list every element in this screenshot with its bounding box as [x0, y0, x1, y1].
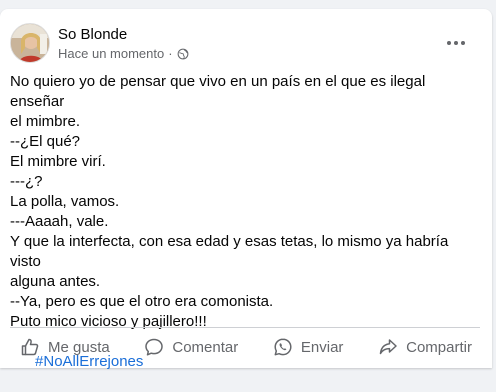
share-icon: [379, 339, 397, 355]
globe-icon[interactable]: [177, 48, 189, 60]
share-label: Compartir: [406, 338, 472, 356]
post-header: So Blonde Hace un momento ·: [10, 23, 482, 65]
post-meta: Hace un momento ·: [58, 46, 189, 61]
more-horizontal-icon: [447, 41, 451, 45]
post-text-line: --Ya, pero es que el otro era comonista.: [10, 293, 274, 310]
post-text-line: Puto mico vicioso y pajillero!!!: [10, 313, 207, 330]
post-text-line: alguna antes.: [10, 273, 101, 290]
post-text-line: No quiero yo de pensar que vivo en un pa…: [10, 73, 430, 110]
thumbs-up-icon: [21, 338, 39, 356]
like-label: Me gusta: [48, 338, 110, 356]
post-text-line: ---Aaaah, vale.: [10, 213, 109, 230]
post-text-line: ---¿?: [10, 173, 43, 190]
post-text-line: --¿El qué?: [10, 133, 81, 150]
send-label: Enviar: [300, 338, 344, 356]
whatsapp-icon: [274, 338, 292, 356]
post-card: So Blonde Hace un momento · No quiero yo…: [0, 9, 492, 370]
actions-divider: [10, 327, 480, 328]
share-button[interactable]: Compartir: [368, 331, 482, 363]
post-text-line: Y que la interfecta, con esa edad y esas…: [10, 233, 453, 270]
avatar[interactable]: [10, 23, 50, 63]
like-button[interactable]: Me gusta: [10, 331, 120, 363]
post-text-line: La polla, vamos.: [10, 193, 120, 210]
more-options-button[interactable]: [438, 31, 474, 55]
comment-label: Comentar: [172, 338, 239, 356]
post-timestamp[interactable]: Hace un momento: [58, 46, 164, 61]
comment-button[interactable]: Comentar: [134, 331, 248, 363]
comment-icon: [145, 338, 164, 356]
meta-separator: ·: [168, 46, 173, 61]
post-text-line: El mimbre virí.: [10, 153, 106, 170]
send-button[interactable]: Enviar: [263, 331, 354, 363]
post-text-line: el mimbre.: [10, 113, 81, 130]
avatar-image: [11, 24, 49, 62]
author-name[interactable]: So Blonde: [58, 26, 127, 43]
post-actions-bar: Me gusta Comentar Enviar Compartir: [10, 331, 482, 363]
